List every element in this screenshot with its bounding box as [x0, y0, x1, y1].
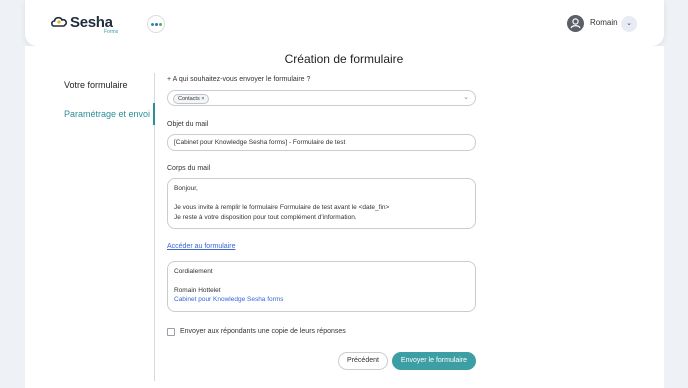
chevron-down-icon[interactable]: ⌄: [463, 93, 469, 101]
cloud-logo-icon: [51, 16, 68, 27]
subject-value: [Cabinet pour Knowledge Sesha forms] - F…: [174, 139, 346, 146]
previous-button[interactable]: Précédent: [338, 352, 388, 370]
recipient-chip[interactable]: Contacts ×: [173, 94, 210, 104]
page-title: Création de formulaire: [284, 52, 404, 66]
user-name[interactable]: Romain: [590, 18, 618, 27]
body-line: Je reste à votre disposition pour tout c…: [174, 214, 357, 221]
apps-dot-icon: [151, 23, 154, 26]
body-label: Corps du mail: [167, 165, 211, 172]
signature-greeting: Cordialement: [174, 268, 213, 275]
apps-dot-icon: [159, 23, 162, 26]
body-line: Je vous invite à remplir le formulaire F…: [174, 204, 390, 211]
body-textarea[interactable]: Bonjour, Je vous invite à remplir le for…: [167, 178, 476, 229]
sidebar-active-indicator: [153, 103, 155, 125]
sidebar-item-parametrage-envoi[interactable]: Paramétrage et envoi: [64, 109, 150, 119]
close-icon[interactable]: ×: [201, 96, 204, 102]
signature-company-link[interactable]: Cabinet pour Knowledge Sesha forms: [174, 296, 283, 303]
top-header: Sesha Forms Romain ⌄: [25, 0, 664, 46]
copy-responses-checkbox[interactable]: [167, 328, 175, 336]
apps-menu-button[interactable]: [147, 15, 165, 33]
sesha-logo[interactable]: Sesha Forms: [51, 13, 121, 35]
body-line: Bonjour,: [174, 185, 198, 192]
user-icon: [570, 18, 581, 29]
user-menu-toggle[interactable]: ⌄: [621, 16, 637, 32]
form-access-link[interactable]: Accéder au formulaire: [167, 243, 235, 250]
signature-textarea[interactable]: Cordialement Romain Hottelet Cabinet pou…: [167, 261, 476, 312]
copy-responses-label[interactable]: Envoyer aux répondants une copie de leur…: [180, 328, 346, 335]
recipients-label: + A qui souhaitez-vous envoyer le formul…: [167, 76, 311, 83]
subject-label: Objet du mail: [167, 121, 209, 128]
recipient-chip-label: Contacts: [178, 96, 200, 102]
sidebar-item-votre-formulaire[interactable]: Votre formulaire: [64, 80, 128, 90]
send-form-button[interactable]: Envoyer le formulaire: [392, 352, 476, 370]
recipients-select[interactable]: Contacts × ⌄: [167, 90, 476, 106]
logo-subtext: Forms: [104, 29, 119, 35]
apps-dot-icon: [155, 23, 158, 26]
user-avatar[interactable]: [567, 15, 584, 32]
subject-input[interactable]: [Cabinet pour Knowledge Sesha forms] - F…: [167, 134, 476, 151]
chevron-down-icon: ⌄: [626, 20, 632, 27]
signature-name: Romain Hottelet: [174, 287, 221, 294]
